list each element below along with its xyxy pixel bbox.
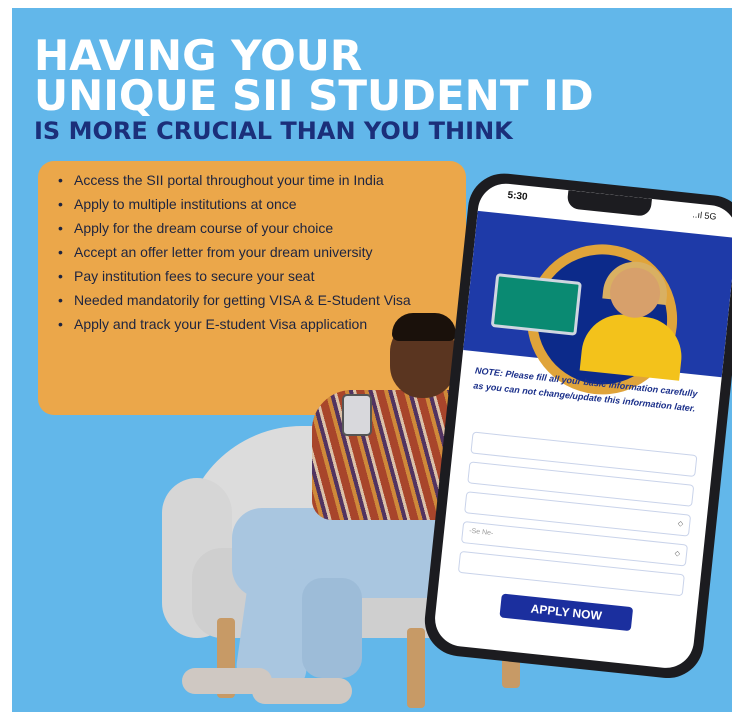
select-arrow-icon: ◇ [674,550,681,558]
poster: HAVING YOUR UNIQUE SII STUDENT ID IS MOR… [12,8,732,712]
bullet-icon: • [58,220,63,236]
select-arrow-icon: ◇ [677,520,684,528]
bullet-icon: • [58,244,63,260]
apply-now-button[interactable]: APPLY NOW [499,593,634,632]
phone-mockup: 5:30 ..ıl 5G NOTE: Please fill all your … [421,170,732,682]
benefit-item: • Apply and track your E-student Visa app… [58,317,444,331]
headline-line-2: UNIQUE SII STUDENT ID [34,71,594,120]
benefit-text: Apply to multiple institutions at once [74,196,297,212]
student-shoe [252,678,352,704]
app-banner-image [463,210,732,402]
signal-icon: ..ıl 5G [692,209,717,222]
select-placeholder: -Se Ne- [468,527,494,538]
student-hair [392,313,456,341]
benefit-item: • Needed mandatorily for getting VISA & E… [58,293,444,307]
phone-notch [566,190,652,217]
handheld-phone-icon [342,394,372,436]
bullet-icon: • [58,196,63,212]
bullet-icon: • [58,172,63,188]
benefit-item: • Pay institution fees to secure your sea… [58,269,444,283]
benefit-item: • Apply to multiple institutions at once [58,197,444,211]
status-time: 5:30 [506,189,529,203]
bullet-icon: • [58,292,63,308]
benefit-item: • Accept an offer letter from your dream … [58,245,444,259]
headline: HAVING YOUR UNIQUE SII STUDENT ID [34,35,594,117]
bullet-icon: • [58,268,63,284]
benefit-item: • Apply for the dream course of your choi… [58,221,444,235]
chair-leg [407,628,425,708]
bullet-icon: • [58,316,63,332]
benefits-list: • Access the SII portal throughout your t… [38,161,466,331]
subheadline: IS MORE CRUCIAL THAN YOU THINK [34,117,513,145]
benefit-text: Pay institution fees to secure your seat [74,268,315,284]
benefit-item: • Access the SII portal throughout your t… [58,173,444,187]
benefit-text: Apply and track your E-student Visa appl… [74,316,368,332]
benefit-text: Apply for the dream course of your choic… [74,220,334,236]
benefit-text: Access the SII portal throughout your ti… [74,172,384,188]
student-leg [302,578,362,678]
laptop-icon [490,273,582,336]
benefit-text: Accept an offer letter from your dream u… [74,244,373,260]
benefit-text: Needed mandatorily for getting VISA & E-… [74,292,411,308]
phone-screen: 5:30 ..ıl 5G NOTE: Please fill all your … [432,180,732,671]
